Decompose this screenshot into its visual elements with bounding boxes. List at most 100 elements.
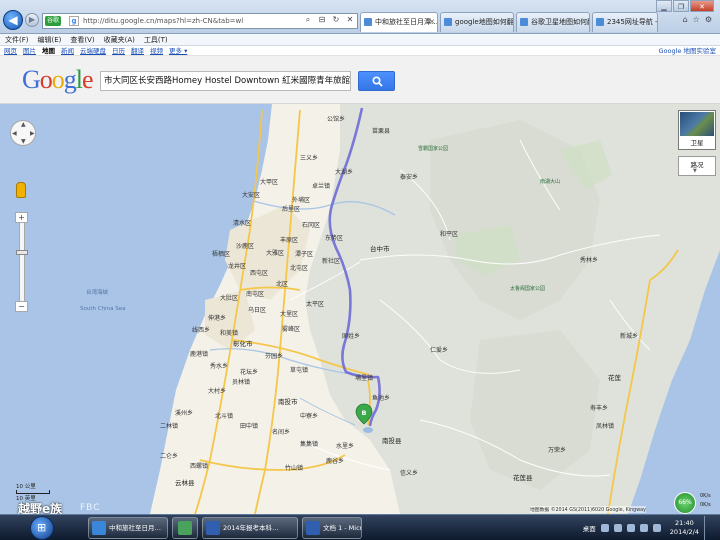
favorites-icon[interactable]: ☆ (693, 15, 700, 24)
place-label: 石冈区 (302, 222, 320, 229)
gear-icon[interactable]: ⚙ (705, 15, 712, 24)
maximize-window-button[interactable]: ❐ (673, 0, 689, 12)
volume-icon[interactable] (639, 524, 648, 532)
menu-tools[interactable]: 工具(T) (144, 34, 168, 45)
pan-up-icon[interactable]: ▲ (21, 121, 26, 128)
taskbar-item-browser[interactable]: 中和旅社至日月… (88, 517, 168, 539)
search-button[interactable] (358, 71, 395, 91)
taskbar-item-document[interactable]: 2014年报考本科… (202, 517, 298, 539)
place-label: 大村乡 (208, 387, 226, 395)
zoom-out-button[interactable]: − (15, 301, 28, 312)
tab-label: google地图如何翻… (455, 18, 514, 26)
tab-2[interactable]: google地图如何翻… (440, 12, 514, 32)
place-label: 西螺镇 (190, 462, 208, 470)
tab-1[interactable]: 中和旅社至日月潭… ✕ (360, 12, 438, 32)
street-view-pegman-icon[interactable] (16, 182, 26, 198)
satellite-thumbnail (680, 112, 714, 136)
back-button[interactable]: ◀ (3, 10, 23, 30)
zoom-slider-track[interactable] (19, 212, 25, 302)
place-label: 大湖乡 (335, 168, 353, 176)
menu-favorites[interactable]: 收藏夹(A) (104, 34, 135, 45)
tab-3[interactable]: 谷歌卫星地图如何翻… (516, 12, 590, 32)
satellite-toggle-button[interactable]: 卫星 (678, 110, 716, 150)
home-icon[interactable]: ⌂ (683, 15, 688, 24)
place-label: 溪州乡 (175, 409, 193, 417)
close-tab-icon[interactable]: ✕ (429, 13, 435, 31)
scale-bar: 10 公里 10 英里 (16, 482, 56, 502)
place-label: 彰化市 (233, 339, 253, 348)
compat-icon[interactable]: ⊟ (317, 15, 327, 25)
ie-icon (92, 521, 106, 535)
tray-icon[interactable] (652, 524, 661, 532)
place-label: 集集镇 (300, 440, 318, 448)
zoom-in-button[interactable]: + (15, 212, 28, 223)
show-desktop-button[interactable] (704, 516, 714, 540)
app-icon (178, 521, 192, 535)
map-tiles[interactable]: B 苗栗县 公馆乡 三义乡 大湖乡 卓兰镇 泰安乡 后里区 东势区 石冈区 新社… (0, 104, 720, 514)
nav-link-translate[interactable]: 翻译 (131, 46, 144, 55)
search-input[interactable]: 市大同区长安西路Homey Hostel Downtown 紅米國際青年旅館 (100, 71, 351, 91)
place-label: 芬园乡 (265, 352, 283, 360)
place-label: 北区 (276, 280, 288, 288)
place-label: 南投市 (278, 397, 298, 406)
pan-right-icon[interactable]: ▶ (30, 130, 35, 137)
google-logo[interactable]: Google (22, 64, 94, 96)
tray-icon[interactable] (613, 524, 622, 532)
nav-link-images[interactable]: 图片 (23, 46, 36, 55)
close-window-button[interactable]: ✕ (690, 0, 714, 12)
browser-toolbar: ◀ ▶ 谷歌 g http://ditu.google.cn/maps?hl=z… (0, 0, 720, 34)
satellite-label: 卫星 (690, 139, 704, 147)
tray-icon[interactable] (600, 524, 609, 532)
nav-link-web[interactable]: 网页 (4, 46, 17, 55)
pan-down-icon[interactable]: ▼ (21, 138, 26, 145)
word-icon (306, 521, 320, 535)
maps-labs-link[interactable]: Google 地图实验室 (659, 46, 717, 56)
address-badge: 谷歌 (45, 16, 62, 26)
nav-link-drive[interactable]: 云端硬盘 (80, 46, 106, 55)
stop-icon[interactable]: ✕ (345, 15, 355, 25)
place-label: 草屯镇 (290, 366, 308, 374)
nav-link-calendar[interactable]: 日历 (112, 46, 125, 55)
start-button[interactable]: ⊞ (30, 516, 54, 540)
nav-link-more[interactable]: 更多 ▾ (169, 46, 187, 55)
place-label: 二林镇 (160, 422, 178, 430)
traffic-toggle-button[interactable]: 路况 ▼ (678, 156, 716, 176)
network-icon[interactable] (626, 524, 635, 532)
taskbar-item-app[interactable] (172, 517, 198, 539)
place-label: 苗栗县 (372, 127, 390, 135)
nav-link-video[interactable]: 视频 (150, 46, 163, 55)
watermark-site: FBC (80, 503, 101, 513)
clock-date: 2014/2/4 (669, 528, 699, 536)
nav-link-maps[interactable]: 地图 (42, 46, 55, 55)
place-label: 南湖大山 (540, 178, 560, 185)
map-canvas[interactable]: B 苗栗县 公馆乡 三义乡 大湖乡 卓兰镇 泰安乡 后里区 东势区 石冈区 新社… (0, 104, 720, 514)
traffic-label: 路况 (690, 161, 704, 169)
taskbar-item-word[interactable]: 文档 1 - Micros… (302, 517, 362, 539)
place-label: 秀水乡 (210, 362, 228, 370)
address-url[interactable]: http://ditu.google.cn/maps?hl=zh-CN&tab=… (83, 17, 243, 25)
menu-edit[interactable]: 编辑(E) (38, 34, 62, 45)
menu-view[interactable]: 查看(V) (70, 34, 94, 45)
address-bar[interactable]: 谷歌 g http://ditu.google.cn/maps?hl=zh-CN… (42, 13, 358, 29)
minimize-window-button[interactable]: ▁ (656, 0, 672, 12)
menu-file[interactable]: 文件(F) (5, 34, 29, 45)
search-icon[interactable]: ⌕ (303, 15, 313, 25)
google-nav-bar: 网页 图片 地图 新闻 云端硬盘 日历 翻译 视频 更多 ▾ Google 地图… (0, 46, 720, 56)
network-speed-widget[interactable]: 66% 0K/s 0K/s (672, 490, 720, 514)
page-icon (520, 18, 528, 26)
place-label: 北屯区 (290, 264, 308, 272)
place-label: 寿丰乡 (590, 404, 608, 412)
desktop-toolbar-label[interactable]: 桌面 (583, 523, 596, 533)
nav-link-news[interactable]: 新闻 (61, 46, 74, 55)
place-label: 太鲁阁国家公园 (510, 285, 545, 292)
pan-control[interactable]: ▲ ◀ ▶ ▼ (10, 120, 36, 146)
place-label: 新城乡 (620, 332, 638, 340)
tab-4[interactable]: 2345网址导航 - 开创… (592, 12, 658, 32)
place-label: 花坛乡 (240, 368, 258, 376)
zoom-slider-thumb[interactable] (16, 250, 28, 255)
refresh-icon[interactable]: ↻ (331, 15, 341, 25)
clock[interactable]: 21:40 2014/2/4 (670, 519, 699, 537)
pan-left-icon[interactable]: ◀ (12, 130, 17, 137)
place-label: 丰原区 (280, 236, 298, 244)
forward-button[interactable]: ▶ (25, 13, 39, 27)
